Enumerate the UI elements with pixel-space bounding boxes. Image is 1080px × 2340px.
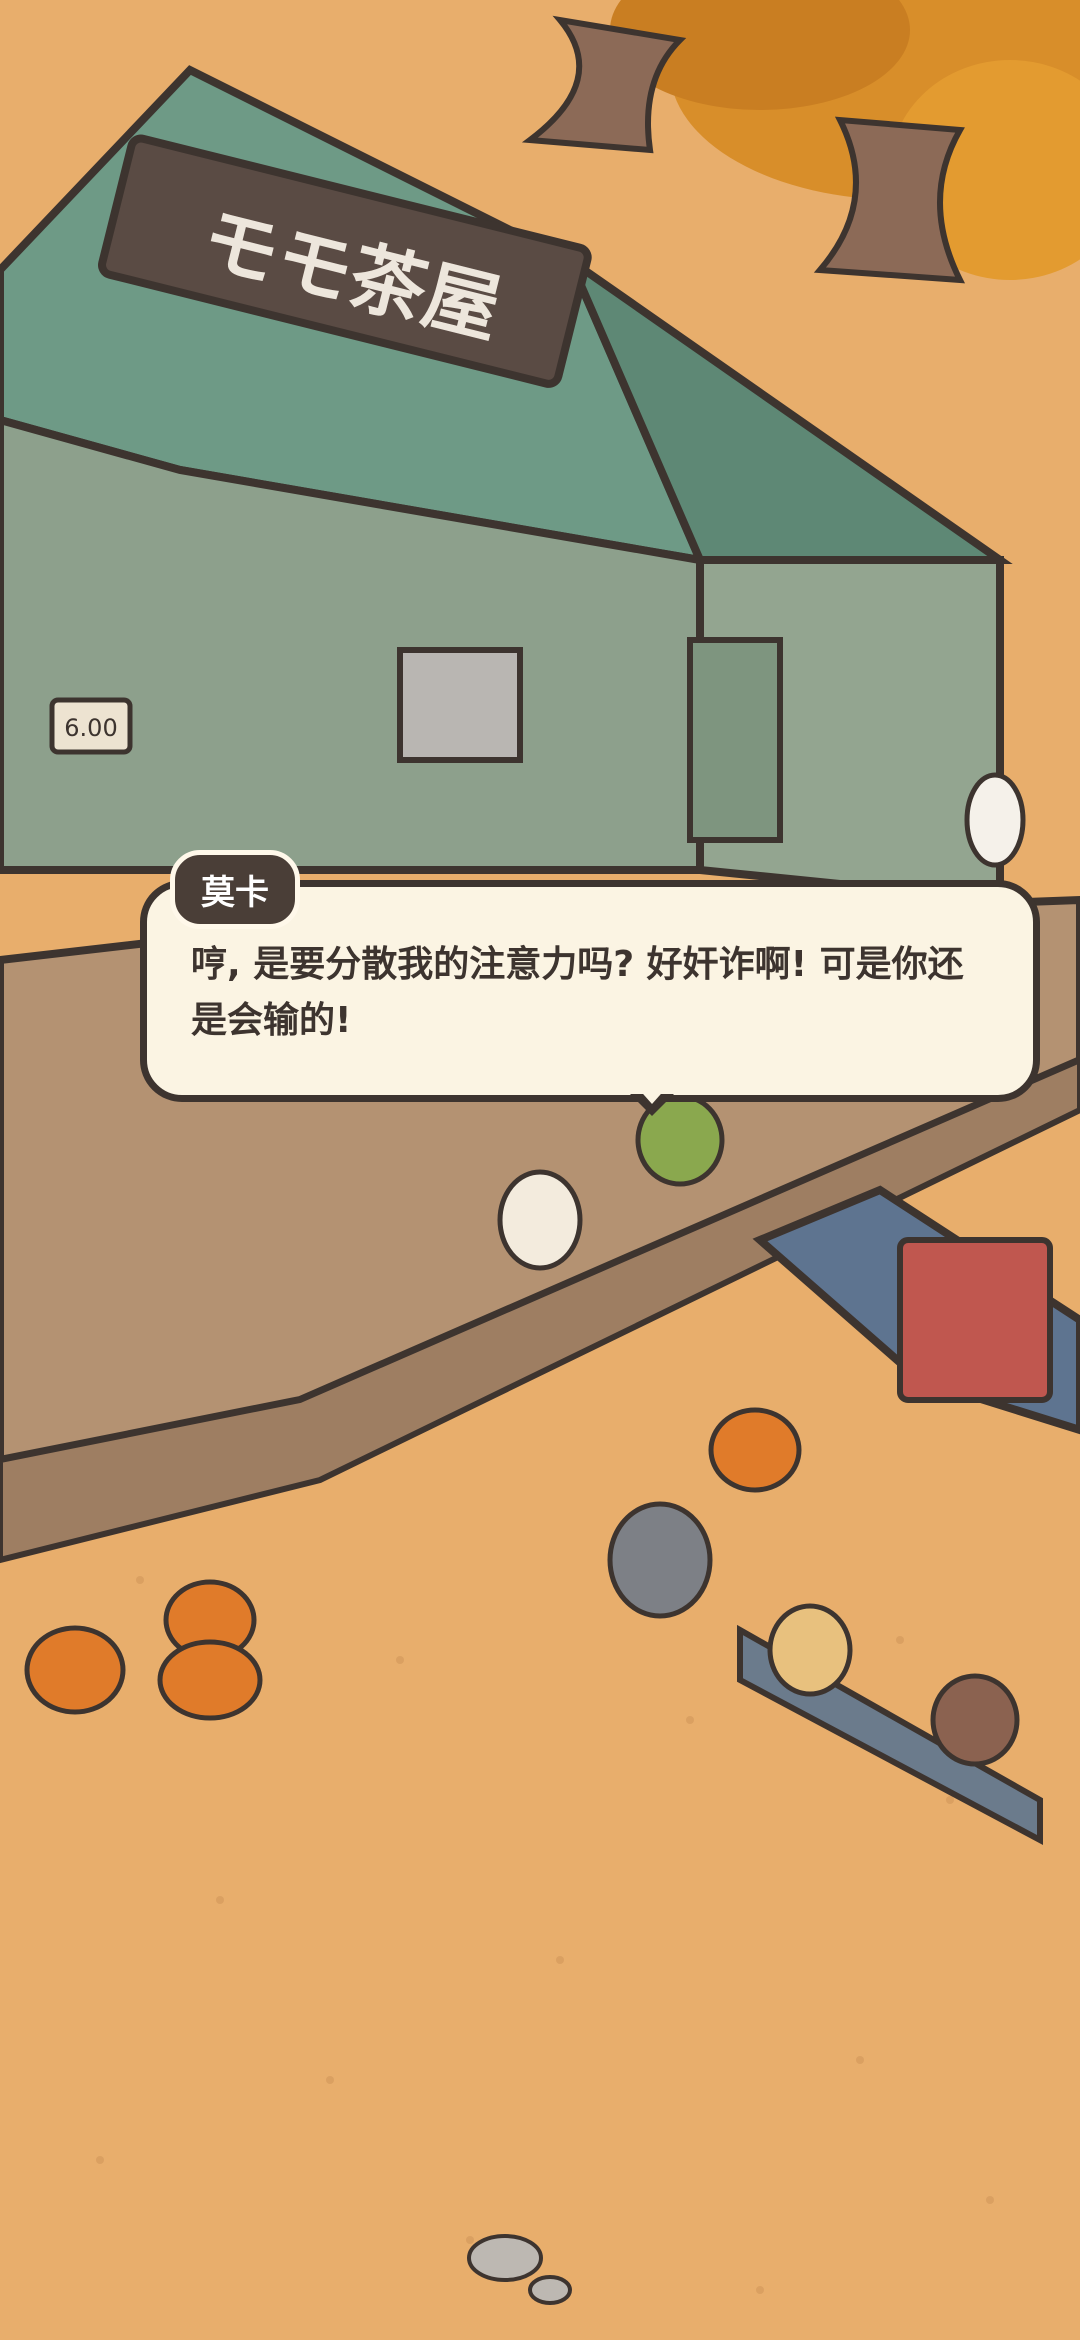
rocks [467,2234,572,2305]
ramen-stall[interactable] [737,1185,1080,1845]
speech-tail-fill [636,1086,668,1104]
autumn-tree [521,0,1080,284]
dialog-line-1: 哼, 是要分散我的注意力吗? 好奸诈啊! 可是你还 [191,944,964,985]
ghost-decoration [964,772,1026,868]
dialog-line-2: 是会输的! [191,1000,352,1041]
price-tag: 6.00 [64,714,117,742]
raccoon-npc [607,1501,713,1619]
hedgehog-npc [930,1673,1020,1767]
cat-npc [767,1603,853,1697]
game-scene: モモ茶屋 6.00 [0,0,1080,2305]
bunny-player [497,1169,583,1271]
speaker-name-tag: 莫卡 [170,850,300,929]
